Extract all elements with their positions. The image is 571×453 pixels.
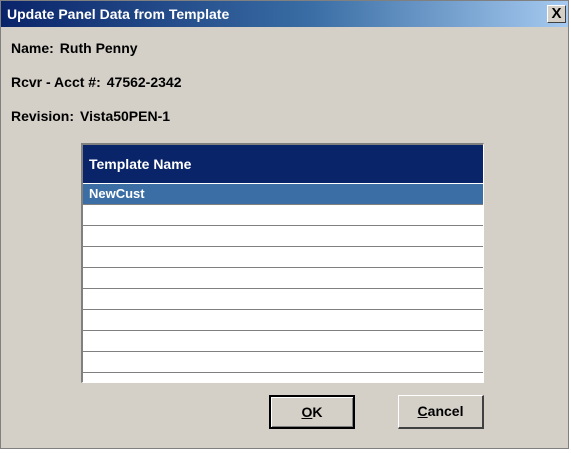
account-line: Rcvr - Acct #: 47562-2342 xyxy=(11,74,182,90)
revision-value: Vista50PEN-1 xyxy=(80,108,171,124)
name-line: Name: Ruth Penny xyxy=(11,40,138,56)
account-value: 47562-2342 xyxy=(106,74,182,90)
template-row-newcust[interactable]: NewCust xyxy=(83,184,483,205)
template-row[interactable] xyxy=(83,352,483,373)
template-row[interactable] xyxy=(83,373,483,382)
template-row[interactable] xyxy=(83,226,483,247)
template-listbox[interactable]: Template Name NewCust xyxy=(81,143,484,383)
cancel-button[interactable]: Cancel xyxy=(398,395,484,429)
revision-line: Revision: Vista50PEN-1 xyxy=(11,108,170,124)
revision-label: Revision: xyxy=(11,108,75,124)
close-icon: X xyxy=(551,5,562,22)
account-label: Rcvr - Acct #: xyxy=(11,74,101,90)
ok-button[interactable]: OK xyxy=(269,395,355,429)
cancel-label-rest: ancel xyxy=(427,403,464,419)
ok-label-rest: K xyxy=(312,404,323,420)
ok-mnemonic: O xyxy=(301,404,313,420)
window-title: Update Panel Data from Template xyxy=(7,6,230,22)
template-row[interactable] xyxy=(83,310,483,331)
template-row[interactable] xyxy=(83,331,483,352)
template-row[interactable] xyxy=(83,205,483,226)
cancel-mnemonic: C xyxy=(417,403,428,419)
template-row[interactable] xyxy=(83,247,483,268)
template-row[interactable] xyxy=(83,289,483,310)
name-label: Name: xyxy=(11,40,54,56)
title-bar[interactable]: Update Panel Data from Template X xyxy=(1,1,568,27)
update-panel-dialog: Update Panel Data from Template X Name: R… xyxy=(0,0,569,449)
template-row[interactable] xyxy=(83,268,483,289)
template-name-column-header[interactable]: Template Name xyxy=(83,145,483,184)
name-value: Ruth Penny xyxy=(59,40,138,56)
close-button[interactable]: X xyxy=(547,5,566,23)
